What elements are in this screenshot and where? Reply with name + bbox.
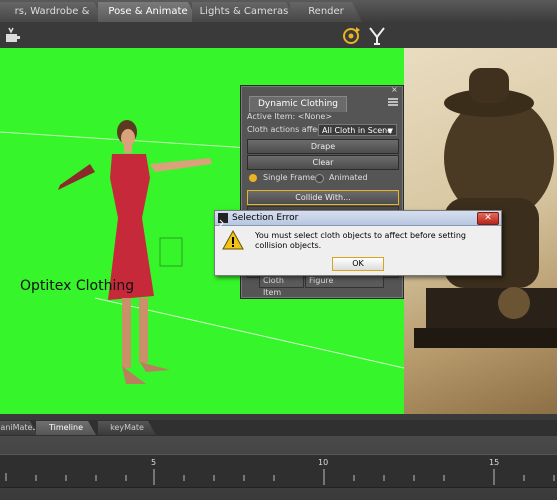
cloth-item-column[interactable]: Cloth Item — [259, 274, 304, 297]
tab-render[interactable]: Render — [290, 2, 362, 22]
tab-timeline[interactable]: Timeline — [36, 421, 96, 435]
animated-label: Animated — [329, 173, 368, 182]
tick-label: 5 — [151, 458, 157, 467]
clear-button[interactable]: Clear — [247, 155, 399, 170]
warning-icon — [222, 229, 244, 250]
chevron-down-icon: ▼ — [387, 127, 393, 135]
active-item-label: Active Item: <None> — [247, 112, 333, 121]
animation-icon[interactable] — [342, 25, 362, 45]
tab-wardrobe-props[interactable]: rs, Wardrobe & Props — [0, 2, 104, 22]
figure-model[interactable] — [50, 120, 220, 390]
tick-label: 15 — [489, 458, 500, 467]
tab-label: Pose & Animate — [108, 6, 188, 17]
cloth-actions-label: Cloth actions affect: — [247, 125, 328, 134]
panel-close-icon[interactable]: × — [391, 86, 401, 94]
bottom-tab-bar: aniMate2 Timeline keyMate — [0, 420, 557, 436]
tab-label: aniMate2 — [0, 423, 38, 432]
tab-keymate[interactable]: keyMate — [98, 421, 156, 435]
tab-pose-animate[interactable]: Pose & Animate — [98, 2, 198, 22]
selection-error-dialog: Selection Error ✕ You must select cloth … — [214, 210, 502, 276]
viewport-label: Optitex Clothing — [20, 278, 135, 294]
close-button[interactable]: ✕ — [477, 212, 499, 225]
room-tab-bar: rs, Wardrobe & Props Pose & Animate Ligh… — [0, 0, 557, 23]
single-frame-radio[interactable] — [249, 174, 257, 182]
tab-label: Lights & Cameras — [199, 6, 289, 17]
animated-radio[interactable] — [315, 174, 324, 183]
tab-label: Timeline — [48, 423, 83, 432]
app-icon — [218, 213, 228, 227]
ok-button[interactable]: OK — [332, 257, 384, 271]
panel-title: Dynamic Clothing — [249, 96, 347, 112]
dialog-message: You must select cloth objects to affect … — [255, 231, 466, 250]
dialog-titlebar[interactable]: Selection Error ✕ — [215, 211, 501, 227]
tab-label: Render — [308, 6, 344, 17]
scene-tool-icon[interactable] — [4, 26, 22, 44]
figure-tool-icon[interactable] — [368, 25, 386, 45]
figure-column[interactable]: Figure — [305, 274, 384, 288]
ruler-ticks — [5, 469, 555, 485]
cloth-actions-dropdown[interactable]: All Cloth in Scene ▼ — [318, 124, 397, 136]
panel-menu-icon[interactable] — [387, 94, 399, 106]
tick-label: 10 — [318, 458, 329, 467]
single-frame-label: Single Frame — [263, 173, 316, 182]
collide-with-button[interactable]: Collide With... — [247, 190, 399, 205]
cloth-actions-value: All Cloth in Scene — [322, 126, 393, 135]
timeline-ruler[interactable]: 5 10 15 — [0, 454, 557, 488]
tab-lights-cameras[interactable]: Lights & Cameras — [192, 2, 296, 22]
tab-label: keyMate — [110, 423, 144, 432]
drape-button[interactable]: Drape — [247, 139, 399, 154]
timeline-panel: 5 10 15 — [0, 436, 557, 500]
dialog-title: Selection Error — [232, 213, 299, 223]
tab-animate2[interactable]: aniMate2 — [0, 421, 38, 435]
toolbar — [0, 22, 557, 49]
